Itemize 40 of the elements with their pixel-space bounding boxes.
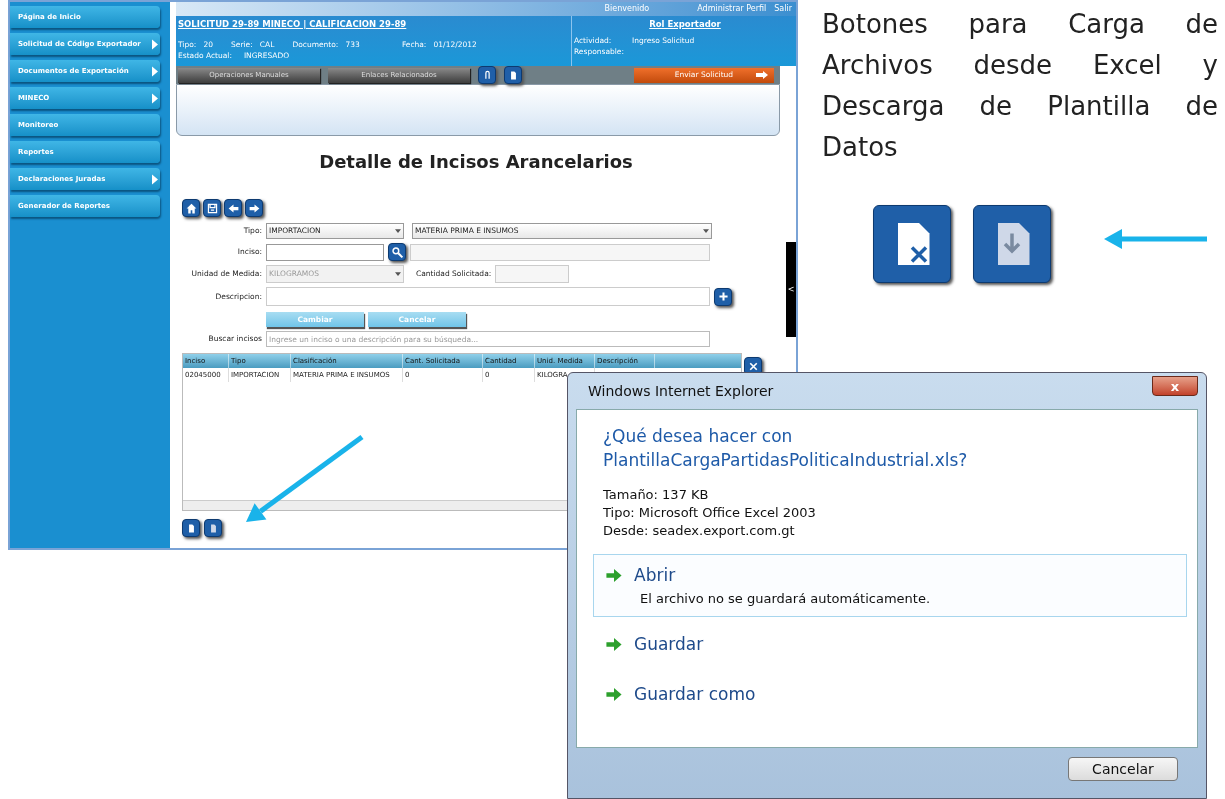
dialog-option[interactable]: Guardar (593, 623, 1187, 667)
arrow-left-icon[interactable] (224, 199, 242, 217)
plus-icon[interactable] (714, 287, 732, 306)
triangle-icon (152, 38, 158, 50)
dialog-option[interactable]: Abrir El archivo no se guardará automáticamente. (593, 554, 1187, 617)
caret-icon (395, 272, 401, 276)
close-button[interactable]: x (1152, 376, 1198, 396)
dialog-option[interactable]: Guardar como (593, 672, 1187, 716)
top-link[interactable]: Administrar Perfil (697, 3, 767, 15)
welcome-text: Bienvenido (604, 3, 650, 15)
option-note: El archivo no se guardará automáticamente. (640, 589, 932, 608)
caret-icon (395, 229, 401, 233)
home-icon[interactable] (182, 199, 200, 217)
file-info: Tamaño: 137 KB (603, 486, 710, 504)
top-link[interactable]: Salir (774, 3, 792, 15)
tariff-code-input[interactable] (266, 243, 384, 261)
save-icon[interactable] (203, 199, 221, 217)
triangle-icon (152, 173, 158, 185)
quantity-input[interactable] (495, 265, 570, 283)
arrow-right-icon (606, 687, 622, 701)
caret-icon (703, 229, 709, 233)
triangle-icon (152, 65, 158, 77)
file-info: Tipo: Microsoft Office Excel 2003 (603, 504, 817, 522)
file-info: Desde: seadex.export.com.gt (603, 522, 796, 540)
collapse-tab[interactable]: < (786, 242, 796, 337)
description-input[interactable] (266, 287, 710, 306)
request-title[interactable]: SOLICITUD 29-89 MINECO | CALIFICACION 29-89 (178, 18, 571, 31)
arrow-right-icon (606, 638, 622, 652)
cancel-button[interactable]: Cancelar (1068, 757, 1178, 781)
dialog-title: Windows Internet Explorer (588, 381, 774, 401)
role-link[interactable]: Rol Exportador (649, 18, 721, 31)
triangle-icon (152, 92, 158, 104)
dialog-question: ¿Qué desea hacer con PlantillaCargaPartidasPoliticaIndustrial.xls? (603, 425, 969, 472)
search-icon[interactable] (388, 243, 406, 261)
arrow-right-icon[interactable] (245, 199, 263, 217)
document-icon[interactable] (504, 66, 522, 84)
arrow-right-icon (606, 569, 622, 583)
annotation-text: Botones para Carga de Archivos desde Excel y Descarga de Plantilla de Datos (822, 8, 1218, 164)
page-title: Detalle de Incisos Arancelarios (318, 150, 634, 174)
arrow-right-icon (756, 71, 768, 79)
